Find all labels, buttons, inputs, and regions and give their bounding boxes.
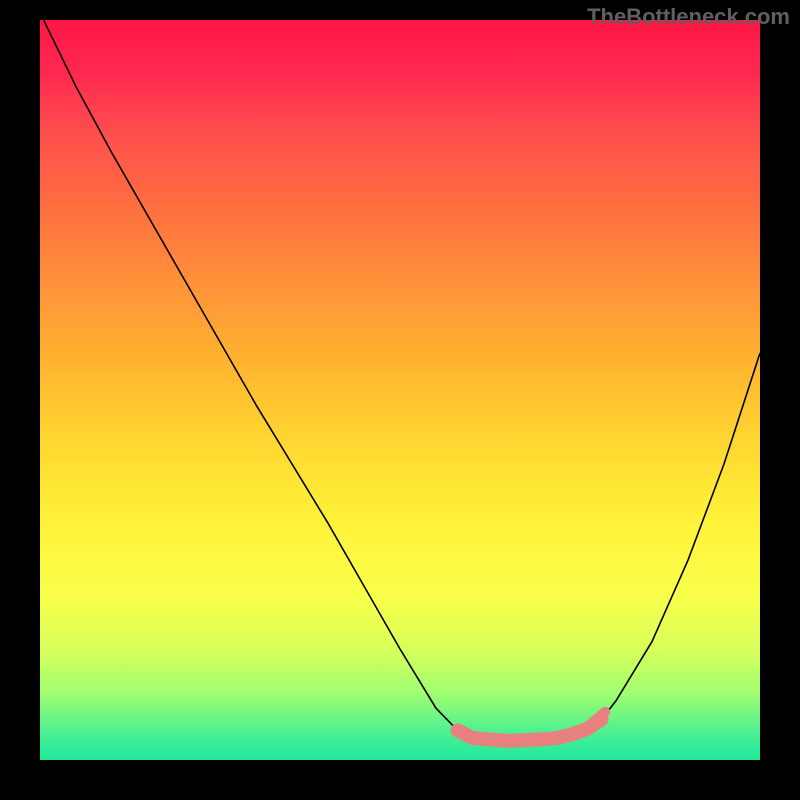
curve-svg	[40, 20, 760, 760]
highlight-band	[458, 719, 602, 741]
bottleneck-curve	[44, 20, 760, 741]
plot-area	[40, 20, 760, 760]
watermark-label: TheBottleneck.com	[587, 4, 790, 30]
